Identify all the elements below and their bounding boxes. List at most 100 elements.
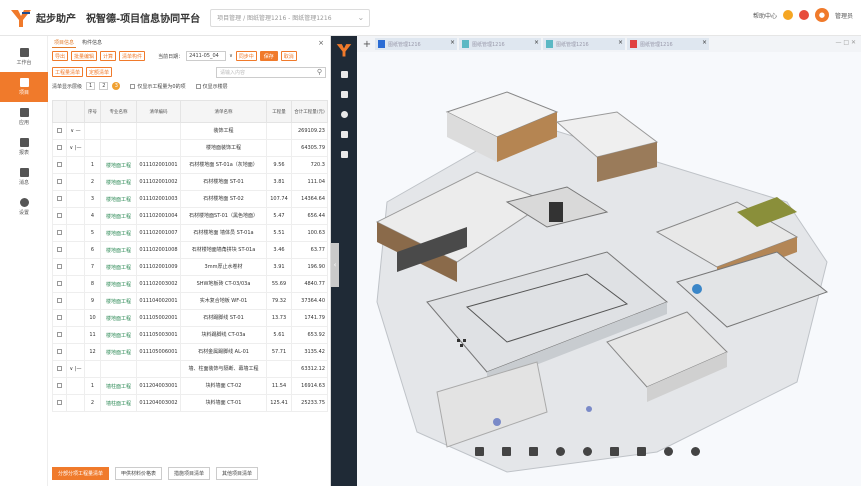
tab-component-info[interactable]: 构件信息 bbox=[80, 38, 104, 48]
table-row[interactable]: ∨ — 装饰工程 269109.23 bbox=[52, 122, 328, 140]
row-checkbox[interactable] bbox=[52, 360, 67, 378]
sub-item-bill-button[interactable]: 分部分项工程量清单 bbox=[52, 467, 110, 480]
checkbox-icon[interactable] bbox=[57, 144, 62, 150]
checkbox-icon[interactable] bbox=[57, 229, 62, 235]
table-row[interactable]: 11 楼地面工程 011105003001 块料踢脚线 CT-03a 5.61 653.9… bbox=[52, 326, 328, 344]
notification-icon[interactable] bbox=[782, 10, 793, 20]
row-expand-toggle[interactable] bbox=[66, 207, 85, 225]
search-input[interactable]: 请输入内容 ⚲ bbox=[216, 66, 326, 78]
close-icon[interactable]: × bbox=[534, 39, 539, 46]
row-expand-toggle[interactable]: ∨ |— bbox=[66, 360, 85, 378]
viewer-tab[interactable]: 图纸管理1216 × bbox=[627, 38, 709, 50]
filter-zero-checkbox[interactable]: 仅显示工程量为0的项 bbox=[130, 83, 186, 90]
save-button[interactable]: 保存 bbox=[259, 51, 278, 61]
checkbox-icon[interactable] bbox=[57, 195, 62, 201]
table-row[interactable]: ∨ |— 楼地面装饰工程 64305.79 bbox=[52, 139, 328, 157]
checkbox-icon[interactable] bbox=[57, 280, 62, 286]
row-checkbox[interactable] bbox=[52, 343, 67, 361]
row-checkbox[interactable] bbox=[52, 122, 67, 140]
row-checkbox[interactable] bbox=[52, 377, 67, 395]
viewer-tab[interactable]: 图纸管理1216 × bbox=[459, 38, 541, 50]
checkbox-icon[interactable] bbox=[57, 365, 62, 371]
close-icon[interactable]: × bbox=[450, 39, 455, 46]
select-all-cell[interactable] bbox=[52, 100, 67, 123]
contrast-icon[interactable] bbox=[556, 447, 565, 456]
row-expand-toggle[interactable]: ∨ |— bbox=[66, 139, 85, 157]
palette-icon[interactable] bbox=[583, 447, 592, 456]
table-row[interactable]: 9 楼地面工程 011104002001 实木复合地板 WF-01 79.32 37364… bbox=[52, 292, 328, 310]
close-icon[interactable]: × bbox=[702, 39, 707, 46]
row-checkbox[interactable] bbox=[52, 394, 67, 412]
row-checkbox[interactable] bbox=[52, 309, 67, 327]
sidebar-item-report[interactable]: 报表 bbox=[0, 132, 48, 162]
checkbox-icon[interactable] bbox=[57, 263, 62, 269]
checkbox-icon[interactable] bbox=[57, 212, 62, 218]
row-checkbox[interactable] bbox=[52, 292, 67, 310]
sidebar-item-project[interactable]: 项目 bbox=[0, 72, 48, 102]
floor-plan-3d-model[interactable] bbox=[357, 52, 861, 486]
avatar[interactable]: ● bbox=[814, 8, 829, 22]
row-expand-toggle[interactable] bbox=[66, 326, 85, 344]
sidebar-item-apps[interactable]: 应用 bbox=[0, 102, 48, 132]
list-icon[interactable] bbox=[340, 91, 348, 98]
project-selector[interactable]: 项目管理 / 图纸管理1216 - 图纸管理1216 ⌄ bbox=[210, 8, 371, 27]
checkbox-icon[interactable] bbox=[57, 297, 62, 303]
table-row[interactable]: 12 楼地面工程 011105006001 石材金属踢脚线 AL-01 57.71 313… bbox=[52, 343, 328, 361]
sidebar-item-message[interactable]: 消息 bbox=[0, 162, 48, 192]
window-controls[interactable]: — □ ✕ bbox=[835, 39, 856, 46]
row-expand-toggle[interactable] bbox=[66, 173, 85, 191]
globe-icon[interactable] bbox=[691, 447, 700, 456]
export-button[interactable]: 导出 bbox=[52, 51, 69, 61]
checkbox-icon[interactable] bbox=[57, 246, 62, 252]
checkbox-icon[interactable] bbox=[57, 127, 62, 133]
checkbox-icon[interactable] bbox=[57, 399, 62, 405]
cancel-button[interactable]: 取消 bbox=[280, 51, 297, 61]
bill-component-button[interactable]: 清单构件 bbox=[119, 51, 146, 61]
row-checkbox[interactable] bbox=[52, 173, 67, 191]
sidebar-item-workbench[interactable]: 工作台 bbox=[0, 42, 48, 72]
filter-floor-checkbox[interactable]: 仅显示楼层 bbox=[195, 83, 228, 90]
checkbox-icon[interactable] bbox=[57, 161, 62, 167]
sidebar-item-settings[interactable]: 设置 bbox=[0, 192, 48, 222]
checkbox-icon[interactable] bbox=[57, 314, 62, 320]
row-checkbox[interactable] bbox=[52, 275, 67, 293]
help-center-link[interactable]: 帮助中心 bbox=[753, 11, 777, 20]
layers-icon[interactable] bbox=[340, 71, 348, 78]
collapse-handle[interactable]: ‹ bbox=[331, 243, 339, 287]
row-expand-toggle[interactable] bbox=[66, 377, 85, 395]
row-checkbox[interactable] bbox=[52, 156, 67, 174]
table-row[interactable]: 6 楼地面工程 011102001008 石材楼地面墙角拼块 ST-01a 3.46 63… bbox=[52, 241, 328, 259]
row-expand-toggle[interactable] bbox=[66, 258, 85, 276]
row-expand-toggle[interactable] bbox=[66, 224, 85, 242]
row-expand-toggle[interactable] bbox=[66, 394, 85, 412]
row-expand-toggle[interactable]: ∨ — bbox=[66, 122, 85, 140]
table-row[interactable]: ∨ |— 墙、柱面装饰与隔断、幕墙工程 63312.12 bbox=[52, 360, 328, 378]
tree-icon[interactable] bbox=[340, 151, 348, 158]
checkbox-icon[interactable] bbox=[57, 348, 62, 354]
row-expand-toggle[interactable] bbox=[66, 309, 85, 327]
measure-bill-button[interactable]: 措施项目清单 bbox=[168, 467, 211, 480]
checkbox-icon[interactable] bbox=[57, 331, 62, 337]
table-row[interactable]: 2 墙柱面工程 011204003002 块料墙面 CT-01 125.41 25233.… bbox=[52, 394, 328, 412]
row-expand-toggle[interactable] bbox=[66, 156, 85, 174]
user-name[interactable]: 管理员 bbox=[835, 11, 853, 20]
level-1[interactable]: 1 bbox=[86, 82, 96, 90]
table-row[interactable]: 2 楼地面工程 011102001002 石材楼地面 ST-01 3.81 111.04 bbox=[52, 173, 328, 191]
table-row[interactable]: 3 楼地面工程 011102001003 石材楼地面 ST-02 107.74 14364… bbox=[52, 190, 328, 208]
info-icon[interactable] bbox=[340, 111, 348, 118]
walk-icon[interactable] bbox=[637, 447, 646, 456]
monitor-icon[interactable] bbox=[340, 131, 348, 138]
table-row[interactable]: 5 楼地面工程 011102001007 石材楼地面 墙体员 ST-01a 5.51 10… bbox=[52, 224, 328, 242]
table-row[interactable]: 4 楼地面工程 011102001004 石材楼地面ST-01（黑色地面） 5.47 65… bbox=[52, 207, 328, 225]
section-icon[interactable] bbox=[529, 447, 538, 456]
level-2[interactable]: 2 bbox=[99, 82, 109, 90]
viewer-tab[interactable]: 图纸管理1216 × bbox=[543, 38, 625, 50]
table-row[interactable]: 8 楼地面工程 011102003002 SHW地板砖 CT-03/03a 55.69 4… bbox=[52, 275, 328, 293]
row-expand-toggle[interactable] bbox=[66, 292, 85, 310]
other-bill-button[interactable]: 其他项目清单 bbox=[216, 467, 259, 480]
search-icon[interactable]: ⚲ bbox=[317, 68, 322, 76]
home-view-icon[interactable] bbox=[475, 447, 484, 456]
row-expand-toggle[interactable] bbox=[66, 190, 85, 208]
table-row[interactable]: 1 墙柱面工程 011204003001 块料墙面 CT-02 11.54 16914.6… bbox=[52, 377, 328, 395]
sync-button[interactable]: 同步中 bbox=[235, 51, 257, 61]
